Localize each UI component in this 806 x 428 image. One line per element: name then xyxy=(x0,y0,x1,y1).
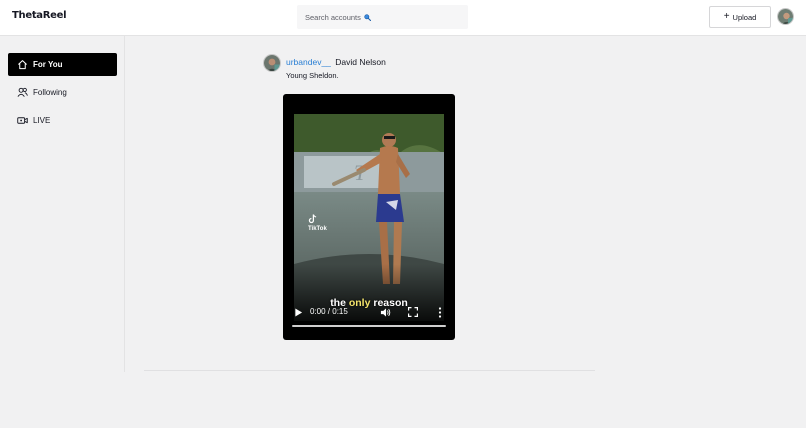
sidebar-item-label: LIVE xyxy=(33,116,51,125)
more-options-icon[interactable] xyxy=(438,307,442,318)
video-controls: 0:00 / 0:15 xyxy=(283,299,455,339)
tiktok-logo-icon xyxy=(308,214,317,224)
sidebar-item-label: Following xyxy=(33,88,67,97)
tiktok-watermark-text: TikTok xyxy=(308,226,327,232)
plus-icon: + xyxy=(723,11,730,22)
following-icon xyxy=(17,87,28,98)
play-icon[interactable] xyxy=(294,308,303,317)
post-author-avatar[interactable] xyxy=(263,54,281,72)
post-username[interactable]: urbandev__ xyxy=(286,57,331,67)
search-icon[interactable] xyxy=(364,13,371,21)
video-progress-bar[interactable] xyxy=(292,325,446,327)
live-camera-icon xyxy=(17,115,28,126)
sidebar-item-following[interactable]: Following xyxy=(8,81,117,104)
app-logo[interactable]: ThetaReel xyxy=(12,10,67,21)
feed-divider xyxy=(144,370,595,371)
sidebar-item-live[interactable]: LIVE xyxy=(8,109,117,132)
sidebar-item-label: For You xyxy=(33,60,63,69)
post-caption: Young Sheldon. xyxy=(286,71,339,80)
sidebar: For You Following LIVE xyxy=(0,36,125,372)
top-bar: ThetaReel Search accounts + Upload xyxy=(0,0,806,36)
search-placeholder: Search accounts xyxy=(305,12,361,22)
profile-avatar[interactable] xyxy=(777,8,794,25)
sidebar-item-for-you[interactable]: For You xyxy=(8,53,117,76)
fullscreen-icon[interactable] xyxy=(408,307,418,317)
home-icon xyxy=(17,59,28,70)
post-header: urbandev__ David Nelson xyxy=(286,57,386,67)
video-time: 0:00 / 0:15 xyxy=(310,307,348,316)
upload-button[interactable]: + Upload xyxy=(709,6,771,28)
volume-icon[interactable] xyxy=(380,307,391,318)
post-display-name: David Nelson xyxy=(335,57,386,67)
video-player[interactable]: T TikTok the only reason xyxy=(283,94,455,340)
upload-label: Upload xyxy=(732,12,757,22)
video-frame: T TikTok the only reason xyxy=(294,114,444,321)
tiktok-watermark: TikTok xyxy=(308,214,327,232)
search-input[interactable]: Search accounts xyxy=(297,5,468,29)
